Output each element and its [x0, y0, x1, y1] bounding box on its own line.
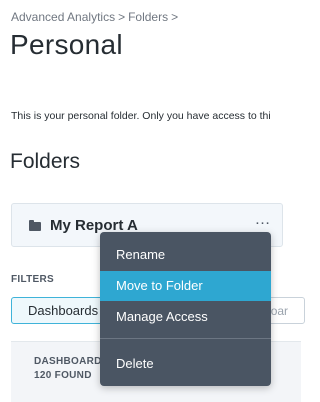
page-description: This is your personal folder. Only you h… — [11, 110, 271, 122]
breadcrumb-separator: > — [171, 10, 179, 24]
results-heading: DASHBOARDS — [34, 356, 109, 367]
filters-label: FILTERS — [11, 274, 55, 285]
breadcrumb-separator: > — [118, 10, 126, 24]
breadcrumb: Advanced Analytics > Folders > — [11, 10, 181, 24]
context-menu: Rename Move to Folder Manage Access Dele… — [100, 232, 271, 386]
menu-divider — [100, 338, 271, 339]
folder-icon — [29, 220, 41, 231]
folders-heading: Folders — [10, 150, 81, 173]
menu-item-rename[interactable]: Rename — [100, 240, 271, 270]
menu-item-manage-access[interactable]: Manage Access — [100, 302, 271, 332]
menu-item-move-to-folder[interactable]: Move to Folder — [100, 271, 271, 301]
more-options-button[interactable]: … — [252, 212, 274, 231]
results-count: 120 FOUND — [34, 370, 92, 381]
breadcrumb-item-advanced-analytics[interactable]: Advanced Analytics — [11, 10, 115, 24]
menu-item-delete[interactable]: Delete — [100, 349, 271, 379]
page-title: Personal — [10, 29, 123, 60]
breadcrumb-item-folders[interactable]: Folders — [128, 10, 168, 24]
